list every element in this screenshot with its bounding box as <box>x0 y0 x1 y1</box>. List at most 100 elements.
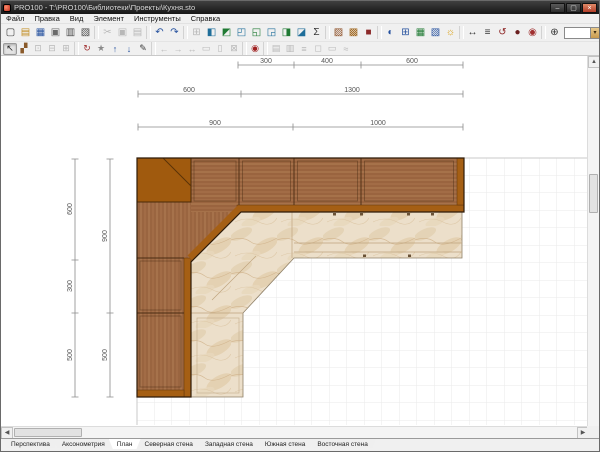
view-north-wall-button[interactable]: ◱ <box>249 25 264 40</box>
delete-element-button[interactable]: ⊠ <box>227 43 241 55</box>
new-file-button[interactable]: ▢ <box>3 25 18 40</box>
select-tool-button[interactable]: ↖ <box>3 43 17 55</box>
view-east-wall-button[interactable]: ◪ <box>294 25 309 40</box>
undo-button[interactable]: ↶ <box>152 25 167 40</box>
show-lighting-button[interactable]: ☼ <box>443 25 458 40</box>
status-bar <box>1 448 599 452</box>
menu-item-Правка[interactable]: Правка <box>29 14 64 23</box>
dim-label: 300 <box>67 280 74 292</box>
close-button[interactable]: × <box>582 3 597 13</box>
menu-item-Вид[interactable]: Вид <box>65 14 89 23</box>
redo-button[interactable]: ↷ <box>167 25 182 40</box>
dim-label: 600 <box>67 203 74 215</box>
align-top-button[interactable]: ▭ <box>199 43 213 55</box>
paste-button[interactable]: ▤ <box>130 25 145 40</box>
dim-label: 500 <box>102 349 109 361</box>
plan-view-drawing[interactable]: 300 400 600 600 1300 900 1000 600 300 50… <box>1 56 589 426</box>
print-preview-button[interactable]: ▧ <box>78 25 93 40</box>
align-width-button[interactable]: ↔ <box>185 43 199 55</box>
main-toolbar: ▢▤▦▣▥▧✂▣▤↶↷⊞◧◩◰◱◲◨◪Σ▨▩■◐⊞▦▧☼↔≡↺●◉⊕▾⊙ <box>1 24 599 42</box>
view-perspective-button[interactable]: ◧ <box>204 25 219 40</box>
menu-bar: ФайлПравкаВидЭлементИнструментыСправка <box>1 14 599 24</box>
horizontal-scroll-thumb[interactable] <box>14 428 82 437</box>
price-report-button[interactable]: Σ <box>309 25 324 40</box>
toolbar-separator <box>242 42 247 55</box>
edit-element-button[interactable]: ✎ <box>136 43 150 55</box>
toolbar-separator <box>94 26 99 39</box>
walkthrough-button[interactable]: ↺ <box>495 25 510 40</box>
toolbar-separator <box>263 42 268 55</box>
element-list-button[interactable]: ≡ <box>480 25 495 40</box>
report-button[interactable]: ≡ <box>297 43 311 55</box>
dim-label: 600 <box>406 58 418 65</box>
design-canvas[interactable]: 300 400 600 600 1300 900 1000 600 300 50… <box>1 56 589 426</box>
materials-button[interactable]: ▭ <box>325 43 339 55</box>
show-textures-button[interactable]: ▦ <box>413 25 428 40</box>
select-area-button[interactable]: ⊡ <box>31 43 45 55</box>
show-fronts-button[interactable]: ◐ <box>383 25 398 40</box>
color-library-button[interactable]: ■ <box>361 25 376 40</box>
properties-button[interactable]: ▤ <box>269 43 283 55</box>
align-left-button[interactable]: ← <box>157 43 171 55</box>
dim-label: 900 <box>102 230 109 242</box>
ungroup-button[interactable]: ⊞ <box>59 43 73 55</box>
material-library-button[interactable]: ▩ <box>346 25 361 40</box>
restore-button[interactable]: ▢ <box>566 3 581 13</box>
print-button[interactable]: ▥ <box>63 25 78 40</box>
dim-label: 600 <box>183 87 195 94</box>
show-edges-button[interactable]: ▧ <box>428 25 443 40</box>
toolbar-separator <box>325 26 330 39</box>
menu-item-Файл[interactable]: Файл <box>1 14 29 23</box>
vertical-scroll-thumb[interactable] <box>589 174 598 213</box>
align-bottom-button[interactable]: ▯ <box>213 43 227 55</box>
app-icon <box>3 4 11 12</box>
toolbar-separator <box>459 26 464 39</box>
corner-cabinet-top[interactable] <box>137 158 191 202</box>
dimensions-button[interactable]: ▥ <box>283 43 297 55</box>
show-dimensions-button[interactable]: ↔ <box>465 25 480 40</box>
align-right-button[interactable]: → <box>171 43 185 55</box>
zoom-level-value <box>565 28 590 38</box>
move-up-button[interactable]: ↑ <box>108 43 122 55</box>
element-library-button[interactable]: ▨ <box>331 25 346 40</box>
render-colors-button[interactable]: ◉ <box>525 25 540 40</box>
collision-check-button[interactable]: ◉ <box>248 43 262 55</box>
view-west-wall-button[interactable]: ◲ <box>264 25 279 40</box>
minimize-button[interactable]: – <box>550 3 565 13</box>
copy-button[interactable]: ▣ <box>115 25 130 40</box>
move-down-button[interactable]: ↓ <box>122 43 136 55</box>
scroll-up-arrow[interactable]: ▲ <box>588 56 600 68</box>
paint-tool-button[interactable]: ▞ <box>17 43 31 55</box>
dim-label: 400 <box>321 58 333 65</box>
new-window-button[interactable]: ⊞ <box>189 25 204 40</box>
scrollbar-corner <box>587 426 599 438</box>
view-tab-label: Аксонометрия <box>62 441 105 448</box>
show-grid-button[interactable]: ⊞ <box>398 25 413 40</box>
view-tab-План[interactable]: План <box>109 439 141 449</box>
page-setup-button[interactable]: ▣ <box>48 25 63 40</box>
view-axonometry-button[interactable]: ◩ <box>219 25 234 40</box>
rotate-element-button[interactable]: ↻ <box>80 43 94 55</box>
cut-button[interactable]: ✂ <box>100 25 115 40</box>
view-south-wall-button[interactable]: ◨ <box>279 25 294 40</box>
render-quality-button[interactable]: ● <box>510 25 525 40</box>
open-file-button[interactable]: ▤ <box>18 25 33 40</box>
view-tab-label: Западная стена <box>205 441 253 448</box>
notes-button[interactable]: ◻ <box>311 43 325 55</box>
zoom-in-button[interactable]: ⊕ <box>547 25 562 40</box>
toolbar-separator <box>151 42 156 55</box>
save-file-button[interactable]: ▦ <box>33 25 48 40</box>
dim-label: 300 <box>260 58 272 65</box>
prices-button[interactable]: ≈ <box>339 43 353 55</box>
horizontal-scrollbar[interactable]: ◀ ▶ <box>1 426 589 438</box>
menu-item-Инструменты[interactable]: Инструменты <box>129 14 186 23</box>
group-button[interactable]: ⊟ <box>45 43 59 55</box>
menu-item-Элемент[interactable]: Элемент <box>88 14 129 23</box>
view-tab-label: План <box>117 441 133 448</box>
dropdown-arrow-icon[interactable]: ▾ <box>590 28 599 38</box>
zoom-level-combo[interactable]: ▾ <box>564 27 600 39</box>
view-plan-button[interactable]: ◰ <box>234 25 249 40</box>
menu-item-Справка[interactable]: Справка <box>186 14 225 23</box>
snap-center-button[interactable]: ★ <box>94 43 108 55</box>
vertical-scrollbar[interactable]: ▲ ▼ <box>587 56 599 438</box>
